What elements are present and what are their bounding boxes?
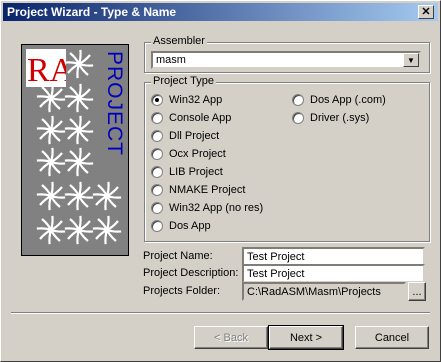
radio-button-icon[interactable] [292, 112, 304, 124]
radio-dos-app-com[interactable]: Dos App (.com) [292, 94, 386, 106]
radio-label: NMAKE Project [169, 184, 246, 196]
radio-driver-sys[interactable]: Driver (.sys) [292, 112, 369, 124]
projects-folder-field: C:\RadASM\Masm\Projects [242, 282, 406, 301]
radio-label: Dos App [169, 220, 211, 232]
radio-label: Win32 App (no res) [169, 202, 264, 214]
project-type-group: Project Type Win32 App Console App Dll P… [144, 75, 430, 242]
back-button[interactable]: < Back [194, 326, 268, 349]
radio-nmake-project[interactable]: NMAKE Project [151, 184, 245, 196]
swirl-icon [36, 215, 66, 245]
swirl-icon [64, 215, 94, 245]
swirl-icon [92, 215, 122, 245]
radio-ocx-project[interactable]: Ocx Project [151, 148, 226, 160]
projects-folder-label: Projects Folder: [143, 285, 221, 297]
project-name-label: Project Name: [143, 250, 213, 262]
project-description-input[interactable]: Test Project [242, 264, 425, 283]
radio-label: Win32 App [169, 94, 223, 106]
swirl-icon [36, 83, 66, 113]
chevron-down-icon: ▼ [407, 55, 415, 65]
radio-button-icon[interactable] [292, 94, 304, 106]
radio-dos-app[interactable]: Dos App [151, 220, 211, 232]
radio-button-icon[interactable] [151, 130, 163, 142]
swirl-icon [36, 147, 66, 177]
swirl-icon [36, 115, 66, 145]
assembler-select[interactable]: masm ▼ [151, 51, 421, 69]
title-bar[interactable]: Project Wizard - Type & Name ✕ [3, 3, 438, 21]
assembler-group: Assembler masm ▼ [144, 35, 430, 73]
assembler-group-label: Assembler [151, 35, 207, 47]
radio-button-icon[interactable] [151, 220, 163, 232]
radio-win32-app[interactable]: Win32 App [151, 94, 222, 106]
window-title: Project Wizard - Type & Name [7, 5, 177, 19]
separator [11, 312, 430, 314]
radio-label: Ocx Project [169, 148, 226, 160]
close-button[interactable]: ✕ [418, 5, 434, 19]
radasm-logo: RA [26, 49, 66, 87]
project-banner-image: RA PROJECT [21, 44, 129, 256]
radio-lib-project[interactable]: LIB Project [151, 166, 223, 178]
radio-console-app[interactable]: Console App [151, 112, 231, 124]
swirl-icon [92, 181, 122, 211]
swirl-icon [64, 115, 94, 145]
assembler-selected-value: masm [156, 54, 186, 66]
swirl-icon [36, 181, 66, 211]
radio-button-icon[interactable] [151, 166, 163, 178]
swirl-icon [64, 147, 94, 177]
swirl-icon [64, 181, 94, 211]
radio-win32-app-no-res[interactable]: Win32 App (no res) [151, 202, 263, 214]
assembler-dropdown-button[interactable]: ▼ [403, 53, 419, 67]
swirl-icon [64, 83, 94, 113]
close-icon: ✕ [421, 5, 431, 18]
radio-label: Driver (.sys) [310, 112, 370, 124]
project-description-label: Project Description: [143, 267, 239, 279]
radio-button-icon[interactable] [151, 148, 163, 160]
cancel-button[interactable]: Cancel [355, 326, 429, 349]
project-type-group-label: Project Type [151, 75, 216, 87]
swirl-icon [64, 49, 94, 79]
radio-label: LIB Project [169, 166, 223, 178]
radio-button-icon[interactable] [151, 94, 163, 106]
radio-dll-project[interactable]: Dll Project [151, 130, 219, 142]
next-button[interactable]: Next > [268, 325, 344, 350]
logo-text: RA [27, 52, 66, 87]
browse-folder-button[interactable]: ... [408, 282, 426, 301]
radio-button-icon[interactable] [151, 112, 163, 124]
banner-word: PROJECT [103, 51, 126, 157]
radio-label: Dos App (.com) [310, 94, 386, 106]
project-wizard-window: Project Wizard - Type & Name ✕ RA PROJEC… [0, 0, 441, 362]
radio-button-icon[interactable] [151, 184, 163, 196]
radio-button-icon[interactable] [151, 202, 163, 214]
radio-label: Dll Project [169, 130, 220, 142]
radio-label: Console App [169, 112, 232, 124]
